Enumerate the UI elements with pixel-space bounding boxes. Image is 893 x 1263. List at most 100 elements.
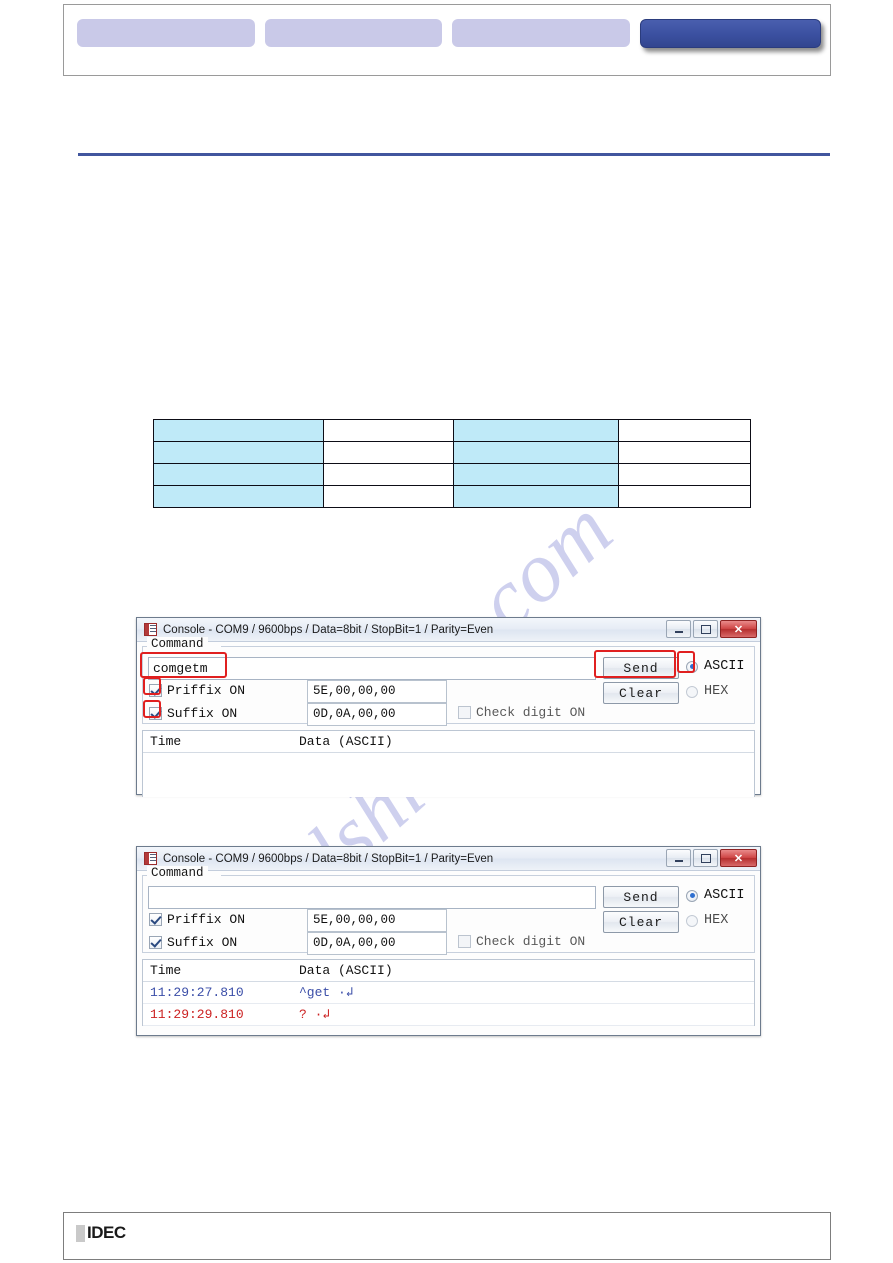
- ascii-radio-button[interactable]: [686, 889, 698, 902]
- console-window-2[interactable]: Console - COM9 / 9600bps / Data=8bit / S…: [136, 846, 761, 1036]
- header-tab-row: [77, 19, 822, 49]
- page-footer-band: IDEC: [63, 1212, 831, 1260]
- table-cell: [618, 419, 751, 442]
- log-header-data: Data (ASCII): [299, 734, 393, 749]
- command-input[interactable]: [148, 886, 596, 909]
- hex-radio-button[interactable]: [686, 685, 698, 698]
- idec-logo-text: IDEC: [87, 1223, 126, 1242]
- hex-radio-label: HEX: [704, 913, 729, 928]
- log-header-time: Time: [150, 963, 182, 978]
- hex-radio-row-1[interactable]: HEX: [686, 684, 728, 699]
- log-table-2[interactable]: Time Data (ASCII) 11:29:27.810 ^get ·↲ 1…: [142, 959, 755, 1026]
- check-digit-label: Check digit ON: [476, 705, 586, 720]
- table-cell: [153, 419, 324, 442]
- window-titlebar[interactable]: Console - COM9 / 9600bps / Data=8bit / S…: [137, 618, 760, 642]
- group-top-line-right: [221, 646, 754, 647]
- table-cell: [453, 419, 619, 442]
- table-cell: [153, 485, 324, 508]
- ascii-radio-button[interactable]: [686, 660, 698, 673]
- clear-button[interactable]: Clear: [603, 682, 679, 704]
- header-tab-1[interactable]: [77, 19, 255, 47]
- log-row-data: ^get ·↲: [299, 985, 354, 1000]
- table-cell: [618, 441, 751, 464]
- idec-logo-mark: [76, 1224, 85, 1242]
- section-divider-rule: [78, 153, 830, 156]
- console-app-icon: [144, 623, 157, 636]
- header-tab-2[interactable]: [264, 19, 443, 47]
- group-top-line-right: [221, 875, 754, 876]
- log-row-data: ? ·↲: [299, 1007, 331, 1022]
- suffix-hex-field[interactable]: 0D,0A,00,00: [307, 932, 447, 955]
- window-title: Console - COM9 / 9600bps / Data=8bit / S…: [163, 852, 494, 865]
- prefix-checkbox-row-1[interactable]: Priffix ON: [149, 683, 245, 698]
- table-cell: [618, 463, 751, 486]
- page-header-band: [63, 4, 831, 76]
- maximize-button[interactable]: [693, 849, 718, 867]
- table-row: [153, 485, 751, 508]
- console-window-1[interactable]: Console - COM9 / 9600bps / Data=8bit / S…: [136, 617, 761, 797]
- hex-radio-row-2[interactable]: HEX: [686, 913, 728, 928]
- table-cell: [453, 441, 619, 464]
- document-page: hive.com manualshi: [0, 0, 893, 1263]
- prefix-checkbox[interactable]: [149, 684, 162, 697]
- check-digit-row-2[interactable]: Check digit ON: [458, 934, 585, 949]
- check-digit-label: Check digit ON: [476, 934, 586, 949]
- suffix-checkbox[interactable]: [149, 707, 162, 720]
- log-row[interactable]: 11:29:29.810 ? ·↲: [143, 1004, 754, 1026]
- table-cell: [323, 419, 454, 442]
- idec-logo: IDEC: [76, 1223, 126, 1243]
- log-header-data: Data (ASCII): [299, 963, 393, 978]
- minimize-button[interactable]: [666, 849, 691, 867]
- suffix-checkbox[interactable]: [149, 936, 162, 949]
- log-row-time: 11:29:29.810: [150, 1007, 244, 1022]
- suffix-label: Suffix ON: [167, 706, 238, 721]
- close-button[interactable]: ✕: [720, 849, 757, 867]
- check-digit-checkbox[interactable]: [458, 935, 471, 948]
- hex-radio-button[interactable]: [686, 914, 698, 927]
- table-row: [153, 463, 751, 486]
- prefix-hex-field[interactable]: 5E,00,00,00: [307, 680, 447, 703]
- check-digit-checkbox[interactable]: [458, 706, 471, 719]
- suffix-checkbox-row-1[interactable]: Suffix ON: [149, 706, 237, 721]
- suffix-checkbox-row-2[interactable]: Suffix ON: [149, 935, 237, 950]
- suffix-label: Suffix ON: [167, 935, 238, 950]
- prefix-checkbox-row-2[interactable]: Priffix ON: [149, 912, 245, 927]
- window-title: Console - COM9 / 9600bps / Data=8bit / S…: [163, 623, 494, 636]
- command-group-label: Command: [147, 637, 208, 651]
- command-group-box-1: Command Priffix ON 5E,00,00,00 Suffix ON…: [142, 637, 755, 726]
- maximize-button[interactable]: [693, 620, 718, 638]
- table-cell: [618, 485, 751, 508]
- send-button[interactable]: Send: [603, 886, 679, 908]
- prefix-label: Priffix ON: [167, 912, 246, 927]
- header-tab-3[interactable]: [452, 19, 630, 47]
- prefix-label: Priffix ON: [167, 683, 246, 698]
- ascii-radio-label: ASCII: [704, 888, 745, 903]
- log-row[interactable]: 11:29:27.810 ^get ·↲: [143, 982, 754, 1004]
- table-row: [153, 419, 751, 442]
- close-button[interactable]: ✕: [720, 620, 757, 638]
- log-row-time: 11:29:27.810: [150, 985, 244, 1000]
- log-table-1[interactable]: Time Data (ASCII): [142, 730, 755, 797]
- command-group-box-2: Command Priffix ON 5E,00,00,00 Suffix ON…: [142, 866, 755, 955]
- ascii-radio-row-2[interactable]: ASCII: [686, 888, 745, 903]
- table-cell: [453, 463, 619, 486]
- header-tab-4-selected[interactable]: [639, 19, 822, 48]
- clear-button[interactable]: Clear: [603, 911, 679, 933]
- command-input[interactable]: [148, 657, 596, 680]
- ascii-radio-row-1[interactable]: ASCII: [686, 659, 745, 674]
- table-cell: [453, 485, 619, 508]
- log-header-row: Time Data (ASCII): [143, 960, 754, 982]
- send-button[interactable]: Send: [603, 657, 679, 679]
- console-app-icon: [144, 852, 157, 865]
- log-empty-row: [143, 753, 754, 775]
- prefix-hex-field[interactable]: 5E,00,00,00: [307, 909, 447, 932]
- table-cell: [323, 463, 454, 486]
- window-titlebar[interactable]: Console - COM9 / 9600bps / Data=8bit / S…: [137, 847, 760, 871]
- suffix-hex-field[interactable]: 0D,0A,00,00: [307, 703, 447, 726]
- table-row: [153, 441, 751, 464]
- check-digit-row-1[interactable]: Check digit ON: [458, 705, 585, 720]
- ascii-radio-label: ASCII: [704, 659, 745, 674]
- minimize-button[interactable]: [666, 620, 691, 638]
- log-header-time: Time: [150, 734, 182, 749]
- prefix-checkbox[interactable]: [149, 913, 162, 926]
